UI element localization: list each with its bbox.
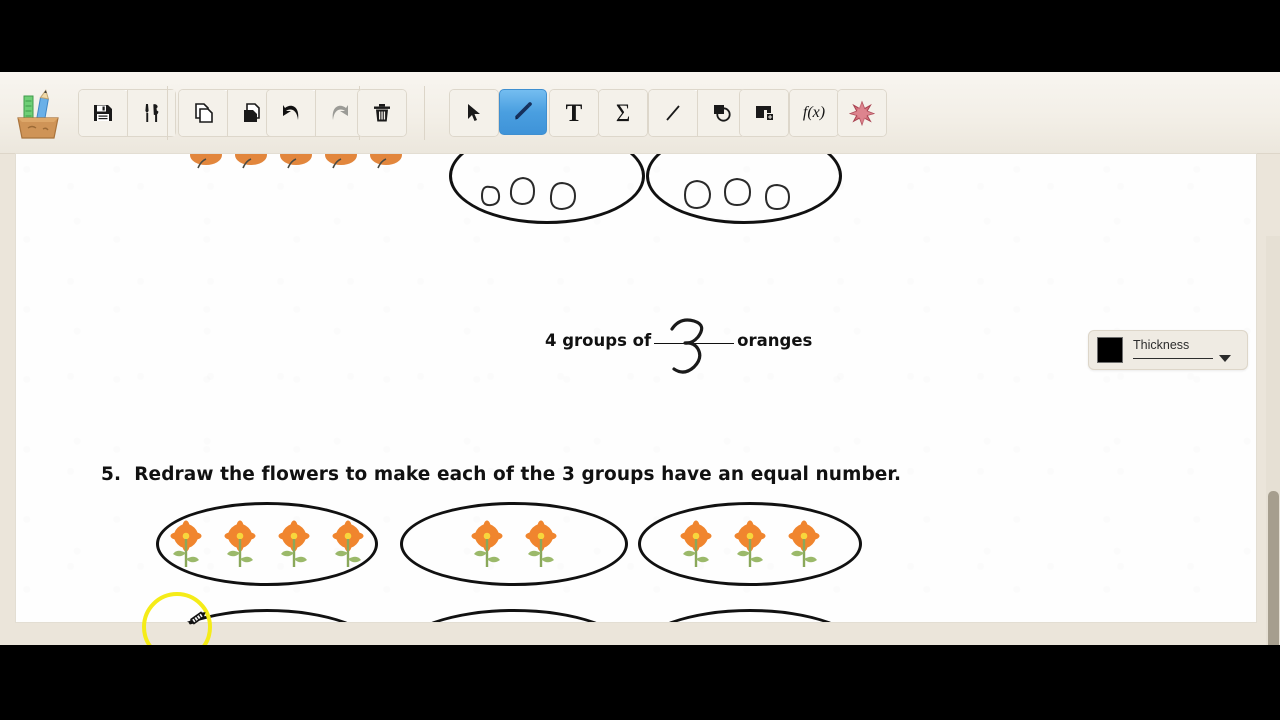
oranges-text-before: 4 groups of bbox=[545, 331, 652, 350]
cursor-arrow-icon bbox=[468, 104, 480, 121]
thickness-sample-line bbox=[1133, 357, 1213, 360]
sigma-icon: Σ bbox=[615, 99, 631, 127]
text-t-icon: T bbox=[565, 99, 583, 127]
flower-icon bbox=[788, 520, 820, 567]
orange-group-3[interactable] bbox=[449, 154, 645, 224]
toolbar: T Σ f(x) bbox=[0, 72, 1280, 154]
toolbar-group-file bbox=[78, 89, 176, 137]
flower-group-1-contents bbox=[159, 505, 375, 583]
worksheet-content: 4 groups of oranges 5. Redraw the flowers… bbox=[16, 154, 1256, 622]
thickness-panel[interactable]: Thickness bbox=[1088, 330, 1248, 370]
floppy-disk-icon bbox=[94, 105, 112, 121]
toolbar-group-sigma: Σ bbox=[598, 89, 648, 137]
letterbox-top-bar bbox=[0, 0, 1280, 72]
pencil-cursor-icon bbox=[188, 611, 206, 625]
delete-button[interactable] bbox=[358, 90, 406, 136]
letterbox-bottom-bar bbox=[0, 645, 1280, 720]
toolbar-group-pointer bbox=[449, 89, 499, 137]
toolbar-group-draw bbox=[648, 89, 746, 137]
toolbar-group-function: f(x) bbox=[789, 89, 839, 137]
redo-button[interactable] bbox=[315, 90, 363, 136]
paste-icon bbox=[243, 103, 260, 122]
trash-icon bbox=[374, 104, 390, 122]
toolbar-group-pencil bbox=[499, 89, 547, 137]
starburst-tool[interactable] bbox=[838, 90, 886, 136]
oranges-text-after: oranges bbox=[737, 331, 813, 350]
toolbar-group-history bbox=[266, 89, 364, 137]
tools-icon bbox=[144, 104, 158, 122]
flower-icon bbox=[170, 520, 202, 567]
pencil-cup-icon bbox=[10, 84, 66, 142]
shapes-tool[interactable] bbox=[697, 90, 745, 136]
thickness-label: Thickness bbox=[1133, 338, 1190, 352]
screen: T Σ f(x) 4 groups of oranges 5. Redraw t… bbox=[0, 0, 1280, 720]
canvas-area[interactable]: 4 groups of oranges 5. Redraw the flowers… bbox=[0, 154, 1280, 645]
hand-drawn-circles-group-3 bbox=[480, 176, 577, 211]
toolbar-divider bbox=[167, 86, 168, 140]
empty-group-2[interactable] bbox=[400, 609, 628, 622]
insert-tool[interactable] bbox=[740, 90, 788, 136]
copy-icon bbox=[195, 103, 213, 123]
insert-object-icon bbox=[756, 106, 773, 120]
orange-group-4[interactable] bbox=[646, 154, 842, 224]
toolbar-group-text: T bbox=[549, 89, 599, 137]
vertical-scrollbar-thumb[interactable] bbox=[1268, 491, 1279, 645]
pencil-icon bbox=[515, 102, 532, 120]
vertical-scrollbar[interactable] bbox=[1266, 236, 1280, 645]
flower-icon bbox=[680, 520, 712, 567]
flower-icon bbox=[332, 520, 364, 567]
text-tool[interactable]: T bbox=[550, 90, 598, 136]
redo-arrow-icon bbox=[332, 105, 348, 120]
line-icon bbox=[666, 105, 680, 121]
toolbar-group-starburst bbox=[837, 89, 887, 137]
color-swatch[interactable] bbox=[1097, 337, 1123, 363]
select-tool[interactable] bbox=[450, 90, 498, 136]
flower-icon bbox=[471, 520, 503, 567]
chevron-down-icon[interactable] bbox=[1219, 355, 1231, 362]
flower-group-2-contents bbox=[403, 505, 625, 583]
question-5-text: 5. Redraw the flowers to make each of th… bbox=[101, 464, 901, 485]
flower-group-3[interactable] bbox=[638, 502, 862, 586]
worksheet-page[interactable]: 4 groups of oranges 5. Redraw the flowers… bbox=[16, 154, 1256, 622]
save-button[interactable] bbox=[79, 90, 127, 136]
orange-fruit-row-clipped bbox=[190, 154, 402, 169]
line-tool[interactable] bbox=[649, 90, 697, 136]
toolbar-group-insert bbox=[739, 89, 789, 137]
thickness-dropdown[interactable] bbox=[1133, 355, 1231, 362]
toolbar-divider-3 bbox=[424, 86, 425, 140]
overlapping-shapes-icon bbox=[713, 105, 731, 122]
sigma-tool[interactable]: Σ bbox=[599, 90, 647, 136]
flower-group-2[interactable] bbox=[400, 502, 628, 586]
toolbar-group-delete bbox=[357, 89, 407, 137]
fx-icon: f(x) bbox=[802, 104, 826, 121]
undo-button[interactable] bbox=[267, 90, 315, 136]
flower-icon bbox=[734, 520, 766, 567]
flower-icon bbox=[525, 520, 557, 567]
empty-group-3[interactable] bbox=[638, 609, 862, 622]
red-starburst-icon bbox=[849, 100, 875, 126]
question-5-prompt: Redraw the flowers to make each of the 3… bbox=[134, 464, 902, 485]
pencil-tool[interactable] bbox=[499, 89, 547, 135]
question-5-number: 5. bbox=[101, 464, 122, 485]
copy-button[interactable] bbox=[179, 90, 227, 136]
toolbar-group-clipboard bbox=[178, 89, 276, 137]
thickness-control: Thickness bbox=[1133, 338, 1231, 362]
application-window: T Σ f(x) 4 groups of oranges 5. Redraw t… bbox=[0, 72, 1280, 645]
flower-group-3-contents bbox=[641, 505, 859, 583]
undo-arrow-icon bbox=[283, 105, 299, 120]
flower-icon bbox=[278, 520, 310, 567]
hand-drawn-circles-group-4 bbox=[683, 177, 791, 211]
flower-icon bbox=[224, 520, 256, 567]
flower-group-1[interactable] bbox=[156, 502, 378, 586]
handwritten-answer-3 bbox=[670, 318, 704, 374]
function-tool[interactable]: f(x) bbox=[790, 90, 838, 136]
